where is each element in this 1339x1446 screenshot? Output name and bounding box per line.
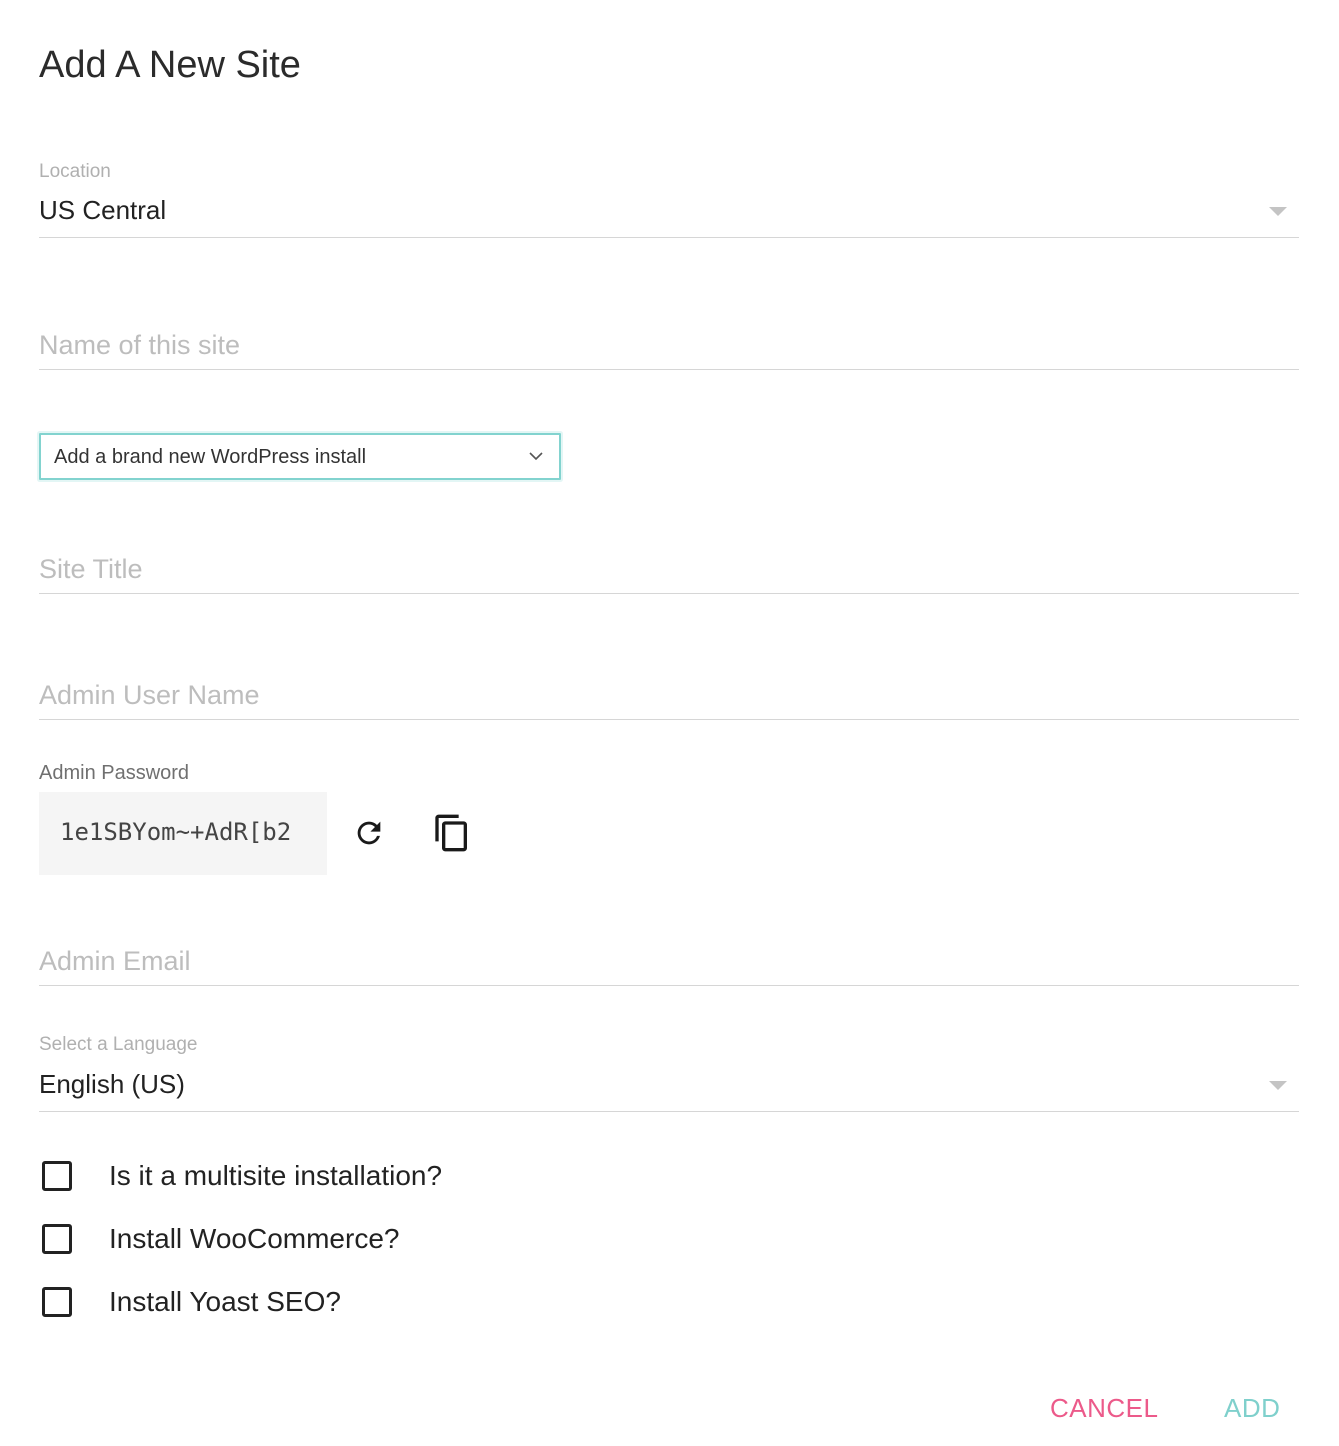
copy-password-button[interactable] [428,809,476,857]
add-button[interactable]: ADD [1224,1393,1280,1424]
site-name-input[interactable] [39,323,1299,367]
admin-email-input[interactable] [39,939,1299,983]
yoast-label: Install Yoast SEO? [109,1286,341,1317]
site-title-input[interactable] [39,547,1299,591]
refresh-icon [357,821,381,845]
caret-down-icon [1269,1081,1287,1090]
location-select[interactable]: Location US Central [39,161,1299,238]
site-name-field[interactable] [39,318,1299,370]
chevron-down-icon [529,452,543,461]
install-type-select[interactable]: Add a brand new WordPress install [39,433,561,480]
multisite-option[interactable]: Is it a multisite installation? [42,1156,442,1196]
multisite-checkbox[interactable] [42,1161,72,1191]
admin-password-box[interactable]: 1e1SBYom~+AdR[b2 [39,792,327,875]
location-value: US Central [39,195,167,225]
woocommerce-checkbox[interactable] [42,1224,72,1254]
caret-down-icon [1269,207,1287,216]
yoast-checkbox[interactable] [42,1287,72,1317]
copy-icon [435,814,467,852]
multisite-label: Is it a multisite installation? [109,1160,443,1191]
dialog-title: Add A New Site [39,44,301,86]
cancel-button[interactable]: CANCEL [1050,1393,1158,1424]
location-label: Location [39,161,111,182]
admin-email-field[interactable] [39,934,1299,986]
language-select[interactable]: Select a Language English (US) [39,1034,1299,1112]
admin-username-field[interactable] [39,668,1299,720]
language-value: English (US) [39,1069,185,1099]
site-title-field[interactable] [39,542,1299,594]
admin-password-label: Admin Password [39,762,190,784]
language-label: Select a Language [39,1034,198,1055]
regenerate-password-button[interactable] [345,809,393,857]
install-type-value: Add a brand new WordPress install [54,446,367,468]
admin-username-input[interactable] [39,673,1299,717]
admin-password-value[interactable]: 1e1SBYom~+AdR[b2 [60,818,291,846]
woocommerce-label: Install WooCommerce? [109,1223,400,1254]
woocommerce-option[interactable]: Install WooCommerce? [42,1219,399,1259]
yoast-option[interactable]: Install Yoast SEO? [42,1282,341,1322]
